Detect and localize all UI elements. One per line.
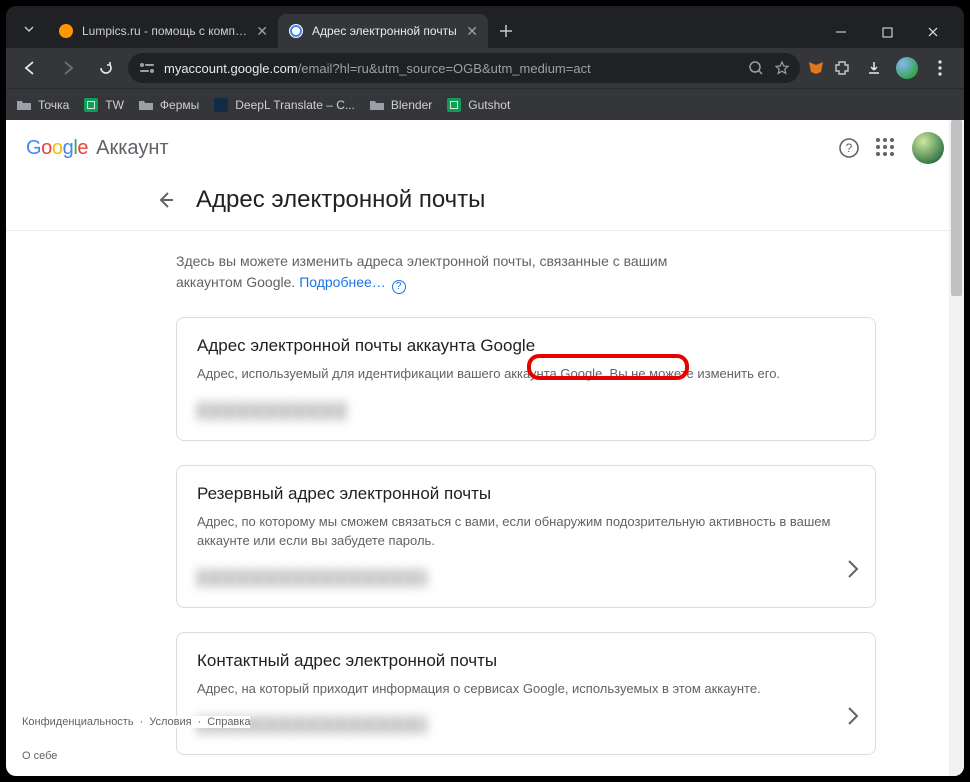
sheets-icon	[83, 97, 99, 113]
card-desc: Адрес, используемый для идентификации ва…	[197, 364, 855, 384]
browser-menu[interactable]	[924, 52, 956, 84]
chevron-right-icon	[847, 559, 859, 579]
downloads-icon[interactable]	[858, 52, 890, 84]
product-name: Аккаунт	[96, 137, 168, 160]
footer-about[interactable]: О себе	[22, 750, 57, 762]
folder-icon	[138, 97, 154, 113]
redacted-email	[197, 569, 427, 587]
url-text: myaccount.google.com/email?hl=ru&utm_sou…	[164, 61, 591, 76]
card-title: Адрес электронной почты аккаунта Google	[197, 336, 855, 356]
account-avatar[interactable]	[912, 132, 944, 164]
site-settings-icon[interactable]	[138, 61, 156, 75]
bookmark-label: DeepL Translate – C...	[235, 98, 355, 112]
google-logo[interactable]: Google	[26, 137, 88, 160]
tab-label: Адрес электронной почты	[312, 24, 458, 38]
footer-links: Конфиденциальность·Условия·Справка	[22, 716, 250, 728]
redacted-email	[197, 402, 347, 420]
scroll-thumb[interactable]	[951, 120, 962, 296]
bookmark-star-icon[interactable]	[774, 60, 790, 76]
sheets-icon	[446, 97, 462, 113]
bookmark-label: Точка	[38, 98, 69, 112]
bookmark-folder-tochka[interactable]: Точка	[16, 97, 69, 113]
bookmark-folder-blender[interactable]: Blender	[369, 97, 432, 113]
nav-back[interactable]	[14, 52, 46, 84]
window-maximize[interactable]	[864, 16, 910, 48]
tab-lumpics[interactable]: Lumpics.ru - помощь с компью ✕	[48, 14, 278, 48]
card-title: Резервный адрес электронной почты	[197, 484, 855, 504]
favicon-lumpics	[58, 23, 74, 39]
card-title: Контактный адрес электронной почты	[197, 651, 855, 671]
address-bar[interactable]: myaccount.google.com/email?hl=ru&utm_sou…	[128, 53, 800, 83]
folder-icon	[369, 97, 385, 113]
nav-reload[interactable]	[90, 52, 122, 84]
privacy-link[interactable]: Конфиденциальность	[22, 716, 134, 728]
bookmark-gutshot[interactable]: Gutshot	[446, 97, 510, 113]
zoom-icon[interactable]	[748, 60, 764, 76]
deepl-icon	[213, 97, 229, 113]
page-title: Адрес электронной почты	[196, 186, 485, 214]
favicon-google	[288, 23, 304, 39]
intro-text: Здесь вы можете изменить адреса электрон…	[176, 251, 696, 293]
extension-metamask-icon[interactable]	[806, 58, 826, 78]
tab-label: Lumpics.ru - помощь с компью	[82, 24, 248, 38]
bookmark-label: TW	[105, 98, 124, 112]
window-minimize[interactable]	[818, 16, 864, 48]
help-link[interactable]: Справка	[207, 716, 250, 728]
bookmark-label: Gutshot	[468, 98, 510, 112]
card-account-email: Адрес электронной почты аккаунта Google …	[176, 317, 876, 441]
tab-google-account[interactable]: Адрес электронной почты ✕	[278, 14, 488, 48]
bookmark-label: Blender	[391, 98, 432, 112]
learn-more-link[interactable]: Подробнее…	[299, 274, 386, 290]
window-close[interactable]	[910, 16, 956, 48]
folder-icon	[16, 97, 32, 113]
chevron-right-icon	[847, 706, 859, 726]
new-tab-button[interactable]	[492, 17, 520, 45]
bookmark-deepl[interactable]: DeepL Translate – C...	[213, 97, 355, 113]
bookmark-label: Фермы	[160, 98, 199, 112]
tablist-caret[interactable]	[16, 16, 42, 42]
close-icon[interactable]: ✕	[466, 23, 478, 40]
toolbar: myaccount.google.com/email?hl=ru&utm_sou…	[6, 48, 964, 88]
bookmark-folder-fermy[interactable]: Фермы	[138, 97, 199, 113]
bookmarks-bar: Точка TW Фермы DeepL Translate – C... Bl…	[6, 88, 964, 120]
card-desc: Адрес, на который приходит информация о …	[197, 679, 855, 699]
card-desc: Адрес, по которому мы сможем связаться с…	[197, 512, 855, 551]
google-apps-icon[interactable]	[876, 138, 896, 158]
google-header: Google Аккаунт ?	[6, 120, 964, 176]
scrollbar[interactable]	[949, 120, 964, 776]
terms-link[interactable]: Условия	[149, 716, 191, 728]
tab-strip: Lumpics.ru - помощь с компью ✕ Адрес эле…	[6, 6, 964, 48]
back-arrow-icon[interactable]	[154, 188, 178, 212]
help-icon[interactable]: ?	[838, 137, 860, 159]
extensions-icon[interactable]	[832, 58, 852, 78]
nav-forward[interactable]	[52, 52, 84, 84]
card-contact-email[interactable]: Контактный адрес электронной почты Адрес…	[176, 632, 876, 756]
profile-avatar[interactable]	[896, 57, 918, 79]
svg-text:?: ?	[846, 141, 853, 155]
close-icon[interactable]: ✕	[256, 23, 268, 40]
help-tooltip-icon[interactable]: ?	[392, 280, 406, 294]
card-recovery-email[interactable]: Резервный адрес электронной почты Адрес,…	[176, 465, 876, 608]
bookmark-tw[interactable]: TW	[83, 97, 124, 113]
page-content: Google Аккаунт ? Адрес электронной почты…	[6, 120, 964, 776]
